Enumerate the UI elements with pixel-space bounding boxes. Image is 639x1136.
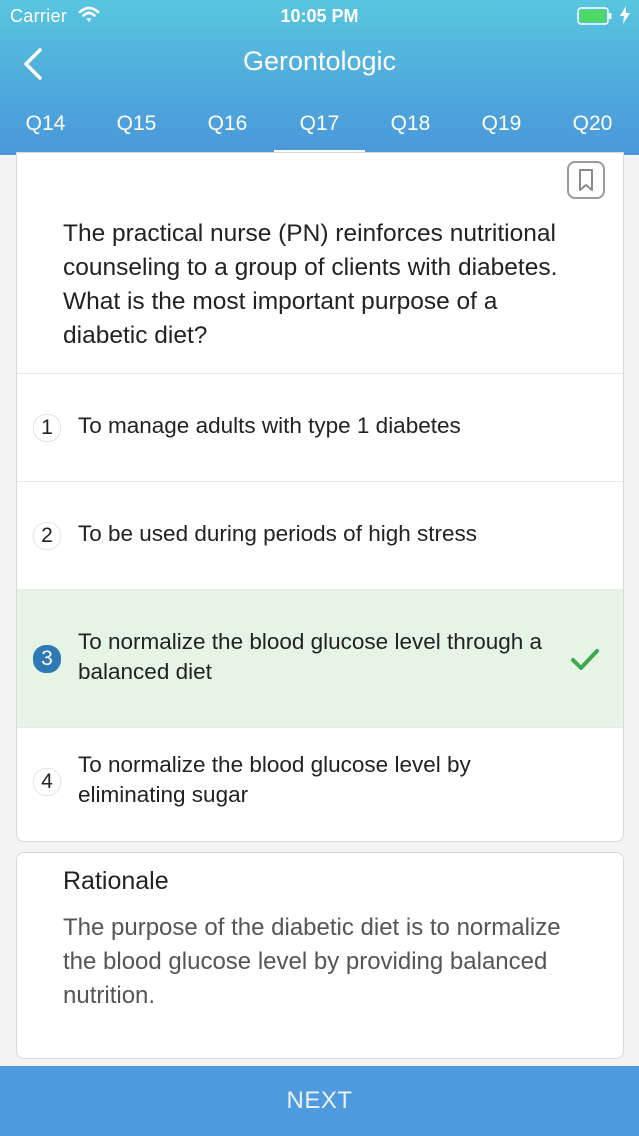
tab-q20[interactable]: Q20 xyxy=(547,104,638,155)
question-text: The practical nurse (PN) reinforces nutr… xyxy=(63,220,558,349)
battery-icon xyxy=(577,7,613,25)
option-text: To manage adults with type 1 diabetes xyxy=(78,413,461,438)
tab-q15[interactable]: Q15 xyxy=(91,104,182,155)
tab-q19[interactable]: Q19 xyxy=(456,104,547,155)
app-header: Carrier 10:05 PM Gerontologic Q14 Q15 Q1… xyxy=(0,0,639,155)
tab-q14[interactable]: Q14 xyxy=(0,104,91,155)
option-text: To normalize the blood glucose level by … xyxy=(78,752,471,807)
checkmark-icon xyxy=(569,647,601,673)
answer-option-4[interactable]: 4 To normalize the blood glucose level b… xyxy=(17,728,623,841)
answer-option-1[interactable]: 1 To manage adults with type 1 diabetes xyxy=(17,374,623,481)
bookmark-button[interactable] xyxy=(567,161,605,199)
option-number: 2 xyxy=(33,522,61,550)
option-text: To be used during periods of high stress xyxy=(78,521,477,546)
option-text: To normalize the blood glucose level thr… xyxy=(78,629,543,684)
option-number: 4 xyxy=(33,768,61,796)
tab-q17[interactable]: Q17 xyxy=(274,104,365,155)
next-button[interactable]: NEXT xyxy=(0,1066,639,1136)
status-bar: Carrier 10:05 PM xyxy=(0,0,639,34)
answer-option-3[interactable]: 3 To normalize the blood glucose level t… xyxy=(17,590,623,727)
page-title: Gerontologic xyxy=(242,46,397,76)
rationale-text: The purpose of the diabetic diet is to n… xyxy=(63,914,561,1009)
charging-icon xyxy=(620,6,630,29)
answer-option-2[interactable]: 2 To be used during periods of high stre… xyxy=(17,482,623,589)
option-number-selected: 3 xyxy=(33,645,61,673)
tab-q16[interactable]: Q16 xyxy=(182,104,273,155)
option-number: 1 xyxy=(33,414,61,442)
question-card: The practical nurse (PN) reinforces nutr… xyxy=(16,152,624,842)
question-tabs: Q14 Q15 Q16 Q17 Q18 Q19 Q20 xyxy=(0,104,639,155)
status-time: 10:05 PM xyxy=(280,6,359,26)
rationale-card: Rationale The purpose of the diabetic di… xyxy=(16,852,624,1059)
rationale-title: Rationale xyxy=(63,867,169,895)
tab-q18[interactable]: Q18 xyxy=(365,104,456,155)
